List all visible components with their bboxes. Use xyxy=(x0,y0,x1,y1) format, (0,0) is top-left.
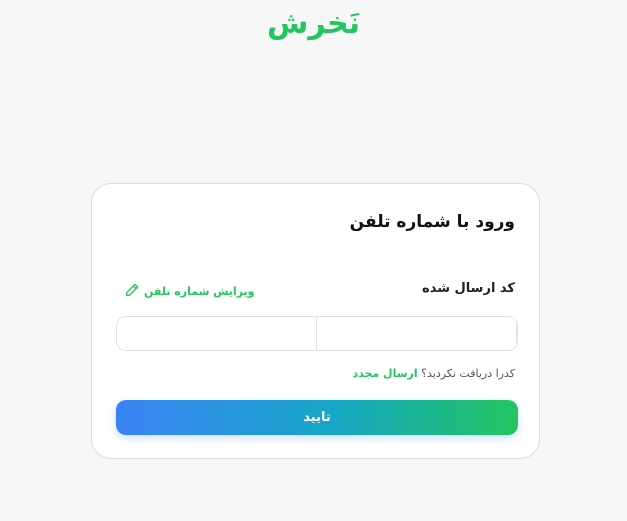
otp-digit-input[interactable] xyxy=(516,317,517,350)
resend-prompt: کدرا دریافت نکردید؟ xyxy=(421,367,515,380)
page-title: ورود با شماره تلفن xyxy=(349,212,515,232)
resend-link[interactable]: ارسال مجدد xyxy=(352,367,417,380)
otp-digit-input[interactable] xyxy=(316,317,516,350)
edit-phone-label: ویرایش شماره تلفن xyxy=(144,285,255,298)
submit-button[interactable]: تایید xyxy=(116,400,518,435)
resend-row: کدرا دریافت نکردید؟ ارسال مجدد xyxy=(352,367,515,380)
brand-logo: نَخرش xyxy=(267,6,360,41)
pencil-icon xyxy=(124,282,140,301)
code-label: کد ارسال شده xyxy=(422,281,515,296)
edit-phone-link[interactable]: ویرایش شماره تلفن xyxy=(124,282,255,301)
otp-input-group xyxy=(116,316,518,351)
otp-digit-input[interactable] xyxy=(117,317,316,350)
login-card: ورود با شماره تلفن کد ارسال شده ویرایش ش… xyxy=(91,183,540,459)
